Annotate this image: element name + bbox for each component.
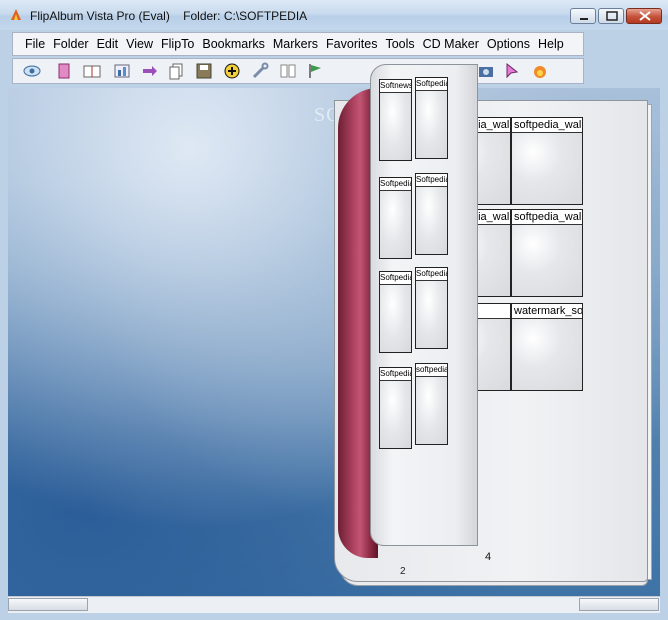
page-icon[interactable] xyxy=(55,62,73,80)
menu-markers[interactable]: Markers xyxy=(273,37,318,51)
toolbar xyxy=(12,58,584,84)
thumbnail-label: Softpedia Test xyxy=(416,174,447,187)
menu-folder[interactable]: Folder xyxy=(53,37,88,51)
flip-sheet: Softnews Softpedia Softpedia test Softpe… xyxy=(370,64,478,546)
page-stack-icon[interactable] xyxy=(167,62,185,80)
minimize-icon xyxy=(580,18,588,20)
maximize-button[interactable] xyxy=(598,8,624,24)
thumbnail[interactable]: Softpedia Test xyxy=(415,173,448,255)
flipalbum-logo-icon xyxy=(11,9,21,20)
thumbnail[interactable]: softpedia_wallp xyxy=(511,209,583,297)
flag-icon[interactable] xyxy=(307,62,325,80)
thumbnail[interactable]: softpedia_test xyxy=(415,363,448,445)
thumbnail-label: Softpedia xyxy=(416,78,447,91)
thumbnail[interactable]: Softpedia xyxy=(415,267,448,349)
page-number: 4 xyxy=(485,551,492,563)
menu-edit[interactable]: Edit xyxy=(97,37,119,51)
thumbnail[interactable]: Softpedia xyxy=(415,77,448,159)
scroll-thumb-left[interactable] xyxy=(8,598,88,611)
thumbnail-label: Softpedia xyxy=(380,272,411,285)
thumbnail-label: softpedia_wallp xyxy=(512,118,582,133)
scroll-thumb-right[interactable] xyxy=(579,598,659,611)
application-window: FlipAlbum Vista Pro (Eval) Folder: C:\SO… xyxy=(0,0,668,620)
thumbnail[interactable]: softpedia_wallp xyxy=(511,117,583,205)
fire-icon[interactable] xyxy=(531,62,549,80)
page-number: 2 xyxy=(400,566,406,577)
menu-flipto[interactable]: FlipTo xyxy=(161,37,194,51)
close-button[interactable] xyxy=(626,8,662,24)
flipping-page[interactable]: Softnews Softpedia Softpedia test Softpe… xyxy=(332,52,480,577)
thumbnail-label: softpedia_test xyxy=(416,364,447,377)
menu-tools[interactable]: Tools xyxy=(385,37,414,51)
save-icon[interactable] xyxy=(195,62,213,80)
minimize-button[interactable] xyxy=(570,8,596,24)
thumbnail-label: watermark_soft xyxy=(512,304,582,319)
horizontal-scrollbar[interactable] xyxy=(8,596,660,613)
menu-cd-maker[interactable]: CD Maker xyxy=(423,37,479,51)
two-pages-icon[interactable] xyxy=(279,62,297,80)
menu-view[interactable]: View xyxy=(126,37,153,51)
menu-bookmarks[interactable]: Bookmarks xyxy=(202,37,265,51)
window-title: FlipAlbum Vista Pro (Eval) Folder: C:\SO… xyxy=(30,9,308,23)
thumbnail[interactable]: Softpedia xyxy=(379,367,412,449)
chart-icon[interactable] xyxy=(113,62,131,80)
thumbnail-label: Softpedia xyxy=(416,268,447,281)
thumbnail[interactable]: Softnews xyxy=(379,79,412,161)
add-icon[interactable] xyxy=(223,62,241,80)
thumbnail[interactable]: watermark_soft xyxy=(511,303,583,391)
thumbnail[interactable]: Softpedia test xyxy=(379,177,412,259)
tools-icon[interactable] xyxy=(251,62,269,80)
menu-favorites[interactable]: Favorites xyxy=(326,37,377,51)
thumbnail-label: Softnews xyxy=(380,80,411,93)
menu-options[interactable]: Options xyxy=(487,37,530,51)
thumbnail-label: Softpedia test xyxy=(380,178,411,191)
menu-help[interactable]: Help xyxy=(538,37,564,51)
close-icon xyxy=(639,11,651,21)
menu-file[interactable]: File xyxy=(25,37,45,51)
thumbnail[interactable]: Softpedia xyxy=(379,271,412,353)
maximize-icon xyxy=(606,11,618,21)
thumbnail-label: softpedia_wallp xyxy=(512,210,582,225)
eye-icon[interactable] xyxy=(23,62,41,80)
title-bar[interactable]: FlipAlbum Vista Pro (Eval) Folder: C:\SO… xyxy=(0,0,668,30)
arrow-right-icon[interactable] xyxy=(141,62,159,80)
pointer-icon[interactable] xyxy=(503,62,521,80)
open-book-icon[interactable] xyxy=(83,62,101,80)
menu-bar: File Folder Edit View FlipTo Bookmarks M… xyxy=(12,32,584,56)
thumbnail-label: Softpedia xyxy=(380,368,411,381)
